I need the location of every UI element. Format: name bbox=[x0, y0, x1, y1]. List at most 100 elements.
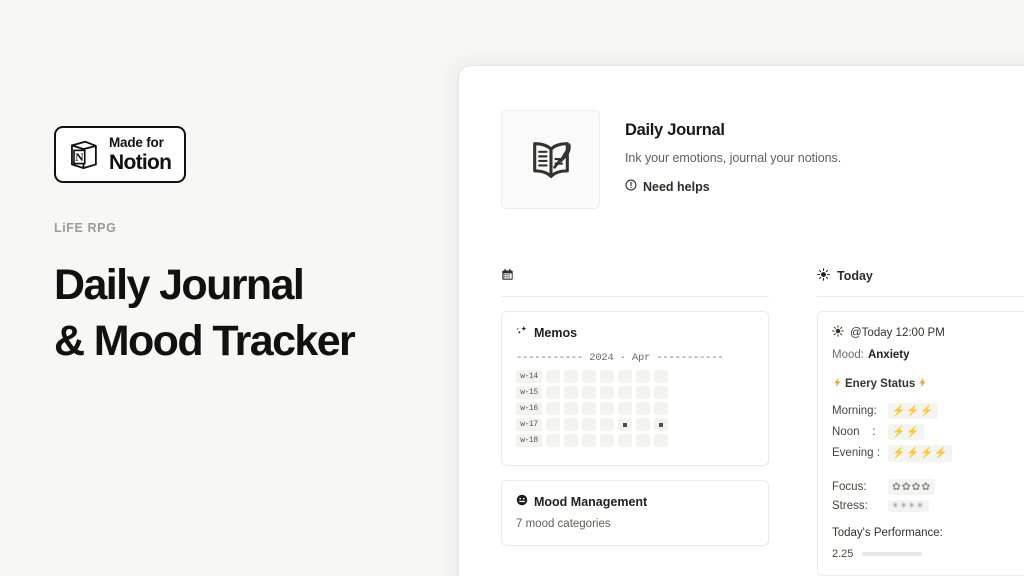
eyebrow-label: LiFE RPG bbox=[54, 220, 117, 235]
calendar-week-row: w-14 bbox=[516, 370, 754, 383]
calendar-day-cell[interactable] bbox=[564, 434, 578, 447]
notion-badge-text: Made for Notion bbox=[109, 135, 172, 173]
focus-value: ✿✿✿✿ bbox=[888, 478, 936, 495]
energy-status-label: Enery Status bbox=[845, 378, 916, 390]
calendar-day-cell[interactable] bbox=[618, 418, 632, 431]
calendar-day-cell[interactable] bbox=[546, 370, 560, 383]
energy-row-label: Evening : bbox=[832, 447, 880, 460]
calendar-day-cell[interactable] bbox=[636, 402, 650, 415]
stress-label: Stress: bbox=[832, 500, 868, 513]
performance-label: Today's Performance: bbox=[832, 527, 943, 540]
calendar-day-cell[interactable] bbox=[600, 386, 614, 399]
sparkle-icon bbox=[516, 325, 528, 340]
mood-card-subtitle: 7 mood categories bbox=[516, 518, 611, 530]
calendar-day-cell[interactable] bbox=[600, 402, 614, 415]
screenshot-root: N Made for Notion LiFE RPG Daily Journal… bbox=[0, 0, 1024, 576]
energy-row-bolts: ⚡⚡⚡⚡ bbox=[888, 445, 953, 462]
today-timestamp-label: @Today 12:00 PM bbox=[850, 326, 945, 339]
memos-title-label: Memos bbox=[534, 325, 578, 340]
need-help-label: Need helps bbox=[643, 179, 710, 194]
calendar-day-cell[interactable] bbox=[636, 370, 650, 383]
sun-icon bbox=[817, 268, 830, 284]
energy-row: Evening : ⚡⚡⚡⚡ bbox=[832, 445, 1024, 462]
memos-card-title: Memos bbox=[516, 325, 754, 340]
stress-row: Stress: ✳✳✳✳ bbox=[832, 499, 1024, 513]
calendar-day-cell[interactable] bbox=[564, 386, 578, 399]
svg-text:N: N bbox=[75, 152, 84, 164]
badge-made-for: Made for bbox=[109, 135, 164, 150]
calendar-section-header bbox=[501, 267, 769, 285]
calendar-day-cell[interactable] bbox=[564, 402, 578, 415]
calendar-day-cell[interactable] bbox=[618, 434, 632, 447]
notion-cube-icon: N bbox=[67, 138, 100, 171]
calendar-day-cell[interactable] bbox=[654, 434, 668, 447]
memos-column: Memos ----------- 2024 · Apr -----------… bbox=[501, 267, 769, 576]
calendar-day-cell[interactable] bbox=[546, 386, 560, 399]
info-circle-icon bbox=[625, 179, 637, 194]
calendar-day-cell[interactable] bbox=[582, 434, 596, 447]
need-help-link[interactable]: Need helps bbox=[625, 179, 841, 194]
calendar-day-cell[interactable] bbox=[564, 418, 578, 431]
calendar-day-cell[interactable] bbox=[582, 370, 596, 383]
calendar-caption: ----------- 2024 · Apr ----------- bbox=[516, 352, 724, 364]
calendar-day-cell[interactable] bbox=[654, 386, 668, 399]
calendar-day-cell[interactable] bbox=[546, 434, 560, 447]
calendar-day-cell[interactable] bbox=[618, 386, 632, 399]
calendar-day-cell[interactable] bbox=[582, 418, 596, 431]
stress-value: ✳✳✳✳ bbox=[888, 499, 929, 513]
calendar-day-cell[interactable] bbox=[564, 370, 578, 383]
app-panel: Daily Journal Ink your emotions, journal… bbox=[458, 65, 1024, 576]
focus-label: Focus: bbox=[832, 480, 867, 493]
calendar-day-cell[interactable] bbox=[636, 418, 650, 431]
energy-row-bolts: ⚡⚡⚡ bbox=[888, 403, 939, 420]
calendar-day-cell[interactable] bbox=[600, 418, 614, 431]
calendar-day-cell[interactable] bbox=[654, 402, 668, 415]
calendar-day-cell[interactable] bbox=[636, 386, 650, 399]
today-section-title: Today bbox=[837, 269, 873, 283]
energy-row: Noon : ⚡⚡ bbox=[832, 424, 1024, 441]
mood-management-card[interactable]: Mood Management 7 mood categories bbox=[501, 480, 769, 546]
mood-value: Anxiety bbox=[867, 349, 910, 361]
calendar-day-cell[interactable] bbox=[618, 370, 632, 383]
today-timestamp: @Today 12:00 PM bbox=[832, 325, 1024, 340]
today-section-header: Today bbox=[817, 267, 1024, 285]
calendar-week-label: w-17 bbox=[516, 418, 542, 431]
headline-line-2: & Mood Tracker bbox=[54, 317, 356, 366]
calendar-week-row: w-18 bbox=[516, 434, 754, 447]
lightning-bolt-icon bbox=[832, 377, 843, 391]
energy-row-label: Morning: bbox=[832, 405, 877, 418]
today-entry-card[interactable]: @Today 12:00 PM Mood: Anxiety Enery Statu… bbox=[817, 311, 1024, 576]
energy-status-heading: Enery Status bbox=[832, 377, 1024, 391]
calendar-day-cell[interactable] bbox=[636, 434, 650, 447]
calendar-grid[interactable]: w-14 w-15 w-16 w-17 w-18 bbox=[516, 370, 754, 447]
calendar-day-cell[interactable] bbox=[582, 386, 596, 399]
calendar-day-cell[interactable] bbox=[582, 402, 596, 415]
smiley-face-icon bbox=[516, 494, 528, 509]
calendar-day-cell[interactable] bbox=[654, 418, 668, 431]
performance-progress-bar bbox=[862, 552, 923, 557]
mood-label: Mood: bbox=[832, 349, 864, 361]
energy-row: Morning: ⚡⚡⚡ bbox=[832, 403, 1024, 420]
calendar-week-row: w-16 bbox=[516, 402, 754, 415]
energy-rows: Morning: ⚡⚡⚡ Noon : ⚡⚡ Evening : ⚡⚡⚡⚡ bbox=[832, 403, 1024, 462]
document-subtitle: Ink your emotions, journal your notions. bbox=[625, 151, 842, 165]
calendar-day-cell[interactable] bbox=[618, 402, 632, 415]
calendar-day-cell[interactable] bbox=[600, 434, 614, 447]
calendar-day-cell[interactable] bbox=[600, 370, 614, 383]
document-meta: Daily Journal Ink your emotions, journal… bbox=[625, 110, 841, 209]
today-section-divider bbox=[817, 296, 1024, 297]
energy-row-bolts: ⚡⚡ bbox=[888, 424, 925, 441]
today-column: Today @Today 12:00 PM Mood: Anxiety Ener… bbox=[817, 267, 1024, 576]
calendar-day-cell[interactable] bbox=[654, 370, 668, 383]
page-title: Daily Journal & Mood Tracker bbox=[54, 257, 434, 371]
calendar-day-cell[interactable] bbox=[546, 418, 560, 431]
mood-card-title-label: Mood Management bbox=[534, 494, 648, 509]
calendar-day-cell[interactable] bbox=[546, 402, 560, 415]
memos-card[interactable]: Memos ----------- 2024 · Apr -----------… bbox=[501, 311, 769, 466]
document-title: Daily Journal bbox=[625, 121, 725, 139]
calendar-week-label: w-16 bbox=[516, 402, 542, 415]
calendar-week-row: w-15 bbox=[516, 386, 754, 399]
panel-columns: Memos ----------- 2024 · Apr -----------… bbox=[459, 209, 1024, 576]
performance-row: 2.25 bbox=[832, 548, 1024, 560]
open-book-quill-icon bbox=[501, 110, 600, 209]
